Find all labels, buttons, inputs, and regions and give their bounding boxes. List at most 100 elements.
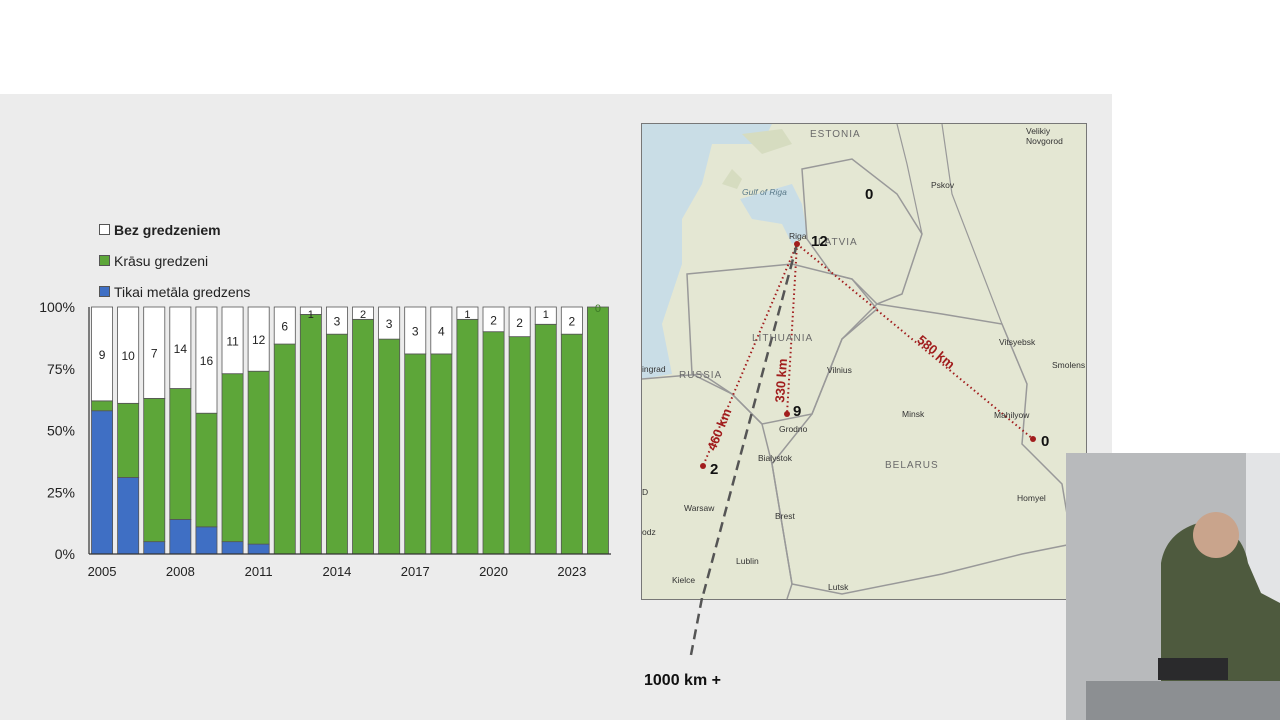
city-minsk: Minsk: [902, 409, 925, 419]
route-line-far-extension: [688, 598, 704, 661]
city-vilnius: Vilnius: [827, 365, 852, 375]
country-belarus: BELARUS: [885, 460, 939, 471]
bar-segment: [247, 543, 270, 555]
bar-segment: [508, 336, 531, 555]
bar-segment: [117, 402, 140, 478]
bar-data-label: 2: [569, 315, 576, 329]
bar-segment: [378, 338, 401, 555]
stacked-bar-chart: 0%25%50%75%100%9 10 7 141611 1261 3 233 41 2 21 20…: [39, 299, 611, 579]
marker-poland: [700, 463, 706, 469]
count-mahilyow: 0: [1041, 433, 1050, 450]
border-russia: [896, 124, 1003, 325]
city-warsaw: Warsaw: [684, 503, 715, 513]
marker-mahilyow: [1030, 436, 1036, 442]
y-tick-label: 50%: [47, 423, 75, 439]
city-lublin: Lublin: [736, 556, 759, 566]
city-grodno: Grodno: [779, 424, 808, 434]
x-tick-label: 2023: [557, 564, 586, 579]
bar-data-label: 0: [595, 303, 601, 315]
city-homyel: Homyel: [1017, 493, 1046, 503]
bar-segment: [117, 477, 140, 555]
y-tick-label: 25%: [47, 484, 75, 500]
map-graphic: [642, 124, 1073, 599]
bar-segment: [404, 353, 427, 555]
bar-segment: [91, 410, 114, 555]
bar-segment: [325, 333, 348, 555]
count-poland: 2: [710, 461, 719, 478]
count-estonia: 0: [865, 186, 874, 203]
bar-segment: [560, 333, 583, 555]
bar-data-label: 3: [386, 317, 393, 331]
x-tick-label: 2017: [401, 564, 430, 579]
bar-segment: [169, 388, 192, 520]
city-bialystok: Bialystok: [758, 453, 793, 463]
bar-segment: [221, 373, 244, 543]
city-vitsyebsk: Vitsyebsk: [999, 337, 1036, 347]
marker-riga: [794, 241, 800, 247]
bar-segment: [221, 541, 244, 555]
bar-segment: [169, 519, 192, 555]
count-grodno: 9: [793, 403, 802, 420]
bar-segment: [195, 412, 218, 528]
city-lutsk: Lutsk: [828, 582, 849, 592]
label-partial-d: D: [642, 487, 649, 497]
bar-data-label: 3: [334, 315, 341, 329]
city-kaliningrad-partial: ingrad: [642, 364, 666, 374]
speaker-silhouette: [1066, 453, 1280, 720]
bar-data-label: 3: [412, 324, 419, 338]
y-tick-label: 75%: [47, 361, 75, 377]
marker-grodno: [784, 411, 790, 417]
bar-data-label: 1: [464, 309, 470, 321]
count-riga: 12: [811, 233, 828, 250]
bar-data-label: 4: [438, 324, 445, 338]
city-mahilyow: Mahilyow: [994, 410, 1030, 420]
x-tick-label: 2020: [479, 564, 508, 579]
bar-segment: [456, 318, 479, 555]
bar-segment: [534, 323, 557, 555]
city-riga: Riga: [789, 231, 807, 241]
speaker-video-overlay: [1066, 453, 1280, 720]
bar-segment: [247, 370, 270, 545]
bar-segment: [273, 343, 296, 555]
bar-segment: [299, 314, 322, 555]
legend-item-no-rings: Bez gredzeniem: [99, 222, 221, 238]
bar-data-label: 12: [252, 333, 266, 347]
bar-data-label: 2: [490, 313, 497, 327]
x-tick-label: 2008: [166, 564, 195, 579]
bar-segment: [195, 526, 218, 555]
distance-label-330: 330 km: [772, 358, 791, 404]
bar-segment: [143, 397, 166, 543]
country-estonia: ESTONIA: [810, 129, 861, 140]
bar-data-label: 14: [174, 342, 188, 356]
legend-item-color-rings: Krāsu gredzeni: [99, 253, 208, 269]
x-tick-label: 2011: [245, 564, 273, 579]
city-pskov: Pskov: [931, 180, 955, 190]
route-line-330: [786, 243, 798, 415]
bar-data-label: 7: [151, 347, 158, 361]
city-smolensk: Smolens: [1052, 360, 1086, 370]
bar-segment: [91, 400, 114, 412]
bar-segment: [482, 331, 505, 555]
legend-swatch-green: [99, 255, 110, 266]
country-lithuania: LITHUANIA: [752, 333, 814, 344]
country-russia: RUSSIA: [679, 370, 723, 381]
map-panel: ESTONIA LATVIA LITHUANIA RUSSIA BELARUS …: [641, 123, 1087, 600]
y-tick-label: 100%: [39, 299, 75, 315]
city-lodz-partial: odz: [642, 527, 656, 537]
city-kielce: Kielce: [672, 575, 696, 585]
bar-segment: [352, 318, 375, 555]
far-distance-label: 1000 km +: [644, 672, 721, 689]
bar-segment: [430, 353, 453, 555]
island-shape: [722, 169, 742, 189]
city-brest: Brest: [775, 511, 795, 521]
legend-swatch-white: [99, 224, 110, 235]
bar-data-label: 1: [543, 309, 549, 321]
x-tick-label: 2014: [322, 564, 351, 579]
bar-segment: [143, 541, 166, 555]
x-tick-label: 2005: [88, 564, 117, 579]
bar-segment: [587, 306, 609, 555]
bar-data-label: 1: [308, 309, 314, 321]
bar-data-label: 16: [200, 354, 214, 368]
label-gulf-of-riga: Gulf of Riga: [742, 187, 787, 197]
border-poland: [642, 373, 793, 599]
